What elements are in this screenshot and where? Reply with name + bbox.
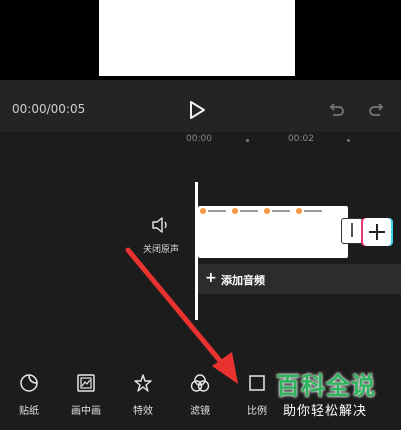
video-preview-frame[interactable] — [99, 0, 295, 76]
speaker-icon — [152, 217, 167, 233]
clip-thumbnail — [232, 207, 258, 215]
watermark-title: 百科全说 — [276, 372, 376, 400]
mute-original-label: 关闭原声 — [142, 245, 179, 255]
play-button[interactable] — [186, 99, 208, 121]
tool-label-pip: 画中画 — [71, 406, 101, 417]
ruler-label-2: 00:02 — [288, 134, 314, 144]
picture-in-picture-icon — [77, 374, 95, 392]
undo-icon[interactable] — [326, 100, 346, 120]
effects-star-icon — [134, 374, 152, 392]
time-display: 00:00/00:05 — [12, 102, 86, 116]
plus-icon — [376, 224, 378, 240]
filter-circles-icon — [190, 374, 210, 392]
ruler-label-0: 00:00 — [186, 134, 212, 144]
thumbnail-text — [208, 210, 226, 212]
sticker-icon — [20, 374, 38, 392]
thumbnail-logo-icon — [232, 208, 238, 214]
thumbnail-logo-icon — [264, 208, 270, 214]
thumbnail-logo-icon — [296, 208, 302, 214]
thumbnail-logo-icon — [200, 208, 206, 214]
add-audio-label: 添加音频 — [221, 274, 265, 287]
tool-label-sticker: 贴纸 — [19, 406, 39, 417]
clip-thumbnail-strip — [198, 207, 348, 215]
ruler-tick — [246, 139, 249, 142]
aspect-ratio-icon — [249, 375, 265, 391]
thumbnail-text — [272, 210, 290, 212]
tool-label-effects: 特效 — [133, 406, 153, 417]
redo-icon[interactable] — [367, 100, 387, 120]
tool-label-filter: 滤镜 — [190, 406, 210, 417]
watermark-subtitle: 助你轻松解决 — [283, 404, 368, 419]
clip-thumbnail — [296, 207, 322, 215]
thumbnail-text — [240, 210, 258, 212]
timeline-playhead[interactable] — [195, 182, 198, 320]
thumbnail-text — [304, 210, 322, 212]
clip-thumbnail — [264, 207, 290, 215]
add-audio-plus-icon: + — [205, 270, 217, 286]
clip-thumbnail — [200, 207, 226, 215]
ruler-tick — [347, 139, 350, 142]
trim-handle-bar-icon — [351, 223, 353, 237]
